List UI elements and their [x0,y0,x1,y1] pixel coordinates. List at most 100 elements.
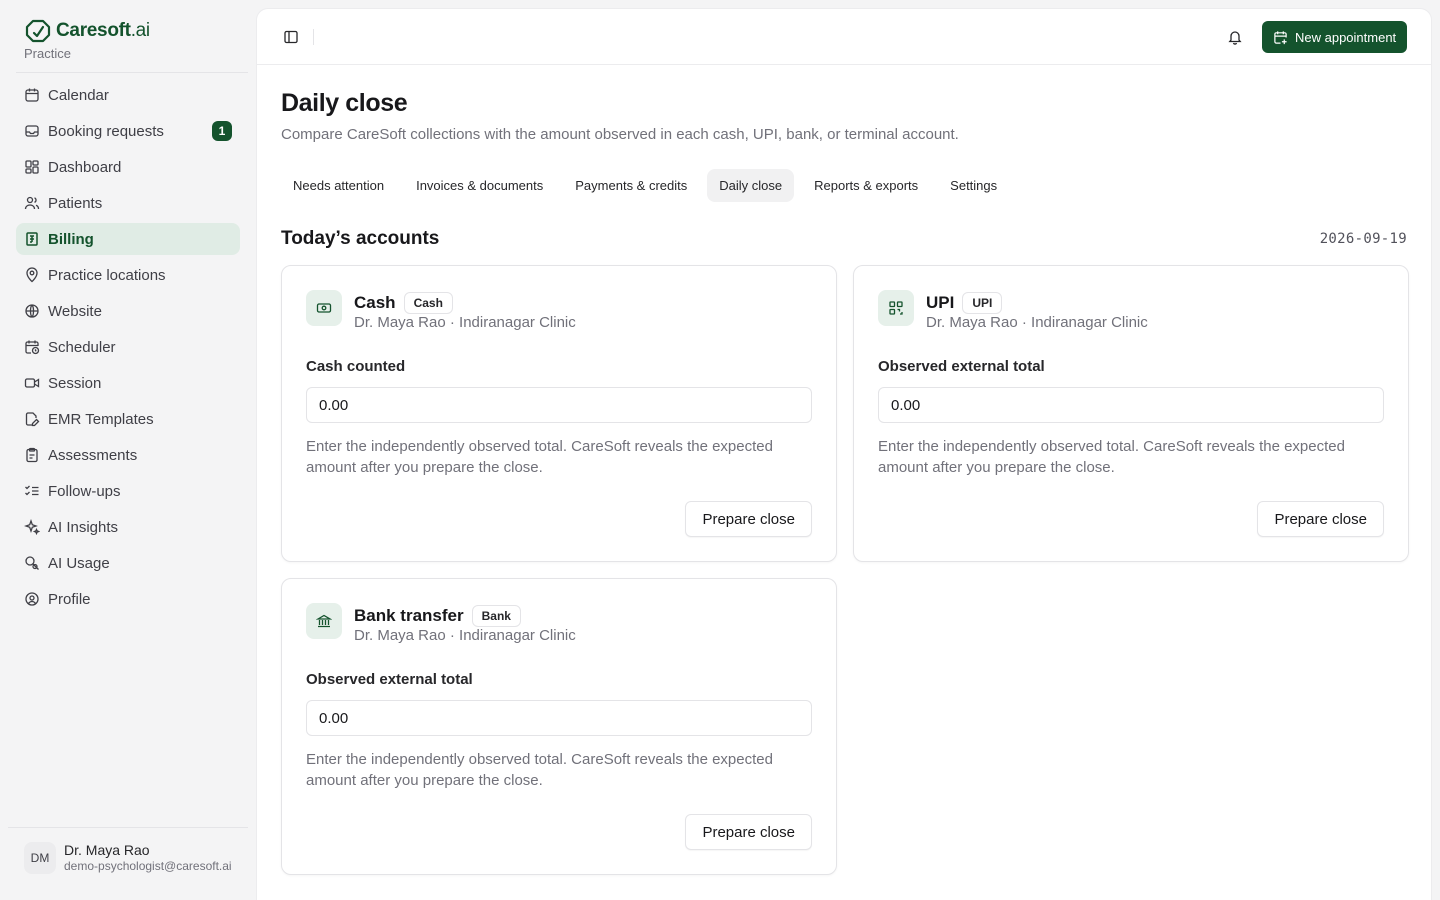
sidebar-item-billing[interactable]: Billing [16,223,240,255]
user-circle-icon [24,591,40,607]
sparkles-icon [24,519,40,535]
bell-icon [1228,31,1242,45]
qr-code-icon [878,290,914,326]
banknote-icon [306,290,342,326]
tab-daily-close[interactable]: Daily close [707,169,795,202]
calendar-plus-icon [1274,30,1287,44]
avatar: DM [24,842,56,874]
globe-icon [24,303,40,319]
billing-tabs: Needs attention Invoices & documents Pay… [281,169,1009,202]
sidebar-item-ai-usage[interactable]: AI Usage [16,547,240,579]
account-card-bank-transfer: Bank transfer Bank Dr. Maya Rao · Indira… [281,578,837,875]
account-card-upi: UPI UPI Dr. Maya Rao · Indiranagar Clini… [853,265,1409,562]
tab-invoices-documents[interactable]: Invoices & documents [404,169,555,202]
notifications-button[interactable] [1223,25,1247,49]
sidebar: Caresoft.ai Practice Calendar Booking re… [0,0,256,900]
sidebar-item-label: EMR Templates [48,410,154,428]
brand-subtitle: Practice [24,46,71,61]
sidebar-item-label: Assessments [48,446,138,464]
account-name: UPI UPI [926,292,1003,314]
sidebar-toggle-button[interactable] [279,25,303,49]
tab-reports-exports[interactable]: Reports & exports [802,169,930,202]
user-info: Dr. Maya Rao demo-psychologist@caresoft.… [64,842,232,874]
sidebar-item-patients[interactable]: Patients [16,187,240,219]
sidebar-item-ai-insights[interactable]: AI Insights [16,511,240,543]
field-help-text: Enter the independently observed total. … [878,438,1345,476]
field-label: Observed external total [878,358,1045,375]
account-meta: Dr. Maya Rao · Indiranagar Clinic [354,314,576,331]
sidebar-item-booking-requests[interactable]: Booking requests 1 [16,115,240,147]
section-date: 2026-09-19 [1319,231,1407,247]
file-edit-icon [24,411,40,427]
page-subtitle: Compare CareSoft collections with the am… [281,126,959,143]
sidebar-item-follow-ups[interactable]: Follow-ups [16,475,240,507]
sidebar-item-label: Scheduler [48,338,116,356]
sidebar-item-session[interactable]: Session [16,367,240,399]
tab-settings[interactable]: Settings [938,169,1009,202]
users-icon [24,195,40,211]
sidebar-nav: Calendar Booking requests 1 Dashboard Pa… [16,79,240,619]
dashboard-icon [24,159,40,175]
account-card-cash: Cash Cash Dr. Maya Rao · Indiranagar Cli… [281,265,837,562]
sidebar-item-label: AI Usage [48,554,110,572]
account-type-badge: UPI [962,292,1003,314]
new-appointment-label: New appointment [1295,29,1397,45]
topbar-divider [313,29,314,45]
search-coins-icon [24,555,40,571]
prepare-close-button[interactable]: Prepare close [685,501,812,537]
tab-payments-credits[interactable]: Payments & credits [563,169,699,202]
section-title: Today’s accounts [281,228,440,249]
sidebar-item-emr-templates[interactable]: EMR Templates [16,403,240,435]
prepare-close-button[interactable]: Prepare close [1257,501,1384,537]
account-name: Bank transfer Bank [354,605,521,627]
account-name-text: UPI [926,293,955,312]
account-name: Cash Cash [354,292,453,314]
sidebar-item-label: Billing [48,230,94,248]
user-menu[interactable]: DM Dr. Maya Rao demo-psychologist@careso… [24,842,232,874]
account-meta: Dr. Maya Rao · Indiranagar Clinic [354,627,576,644]
sidebar-item-label: Calendar [48,86,109,104]
field-label: Cash counted [306,358,406,375]
sidebar-footer-divider [8,827,248,828]
tab-needs-attention[interactable]: Needs attention [281,169,396,202]
sidebar-item-label: Session [48,374,102,392]
sidebar-item-label: Website [48,302,102,320]
sidebar-item-assessments[interactable]: Assessments [16,439,240,471]
user-name: Dr. Maya Rao [64,842,150,858]
main-panel: New appointment Daily close Compare Care… [256,8,1432,900]
bank-observed-total-input[interactable] [306,700,812,736]
bank-icon [306,603,342,639]
field-label: Observed external total [306,671,473,688]
brand-logo[interactable]: Caresoft.ai [24,18,150,44]
sidebar-item-label: Follow-ups [48,482,121,500]
sidebar-item-calendar[interactable]: Calendar [16,79,240,111]
booking-requests-count-badge: 1 [212,121,232,141]
prepare-close-button[interactable]: Prepare close [685,814,812,850]
sidebar-item-label: Practice locations [48,266,166,284]
account-type-badge: Cash [403,292,453,314]
sidebar-item-practice-locations[interactable]: Practice locations [16,259,240,291]
sidebar-item-label: Dashboard [48,158,122,176]
caresoft-logo-icon [25,19,51,43]
field-help-text: Enter the independently observed total. … [306,751,773,789]
sidebar-item-scheduler[interactable]: Scheduler [16,331,240,363]
video-icon [24,375,40,391]
clipboard-icon [24,447,40,463]
cash-counted-input[interactable] [306,387,812,423]
sidebar-divider [16,72,248,73]
calendar-clock-icon [24,339,40,355]
inbox-icon [24,123,40,139]
sidebar-item-label: AI Insights [48,518,119,536]
upi-observed-total-input[interactable] [878,387,1384,423]
sidebar-item-profile[interactable]: Profile [16,583,240,615]
field-help-text: Enter the independently observed total. … [306,438,773,476]
calendar-icon [24,87,40,103]
receipt-icon [24,231,40,247]
map-pin-icon [24,267,40,283]
new-appointment-button[interactable]: New appointment [1262,21,1408,53]
sidebar-item-label: Profile [48,590,91,608]
sidebar-item-dashboard[interactable]: Dashboard [16,151,240,183]
sidebar-item-website[interactable]: Website [16,295,240,327]
brand-name: Caresoft.ai [56,20,150,41]
account-type-badge: Bank [471,605,521,627]
